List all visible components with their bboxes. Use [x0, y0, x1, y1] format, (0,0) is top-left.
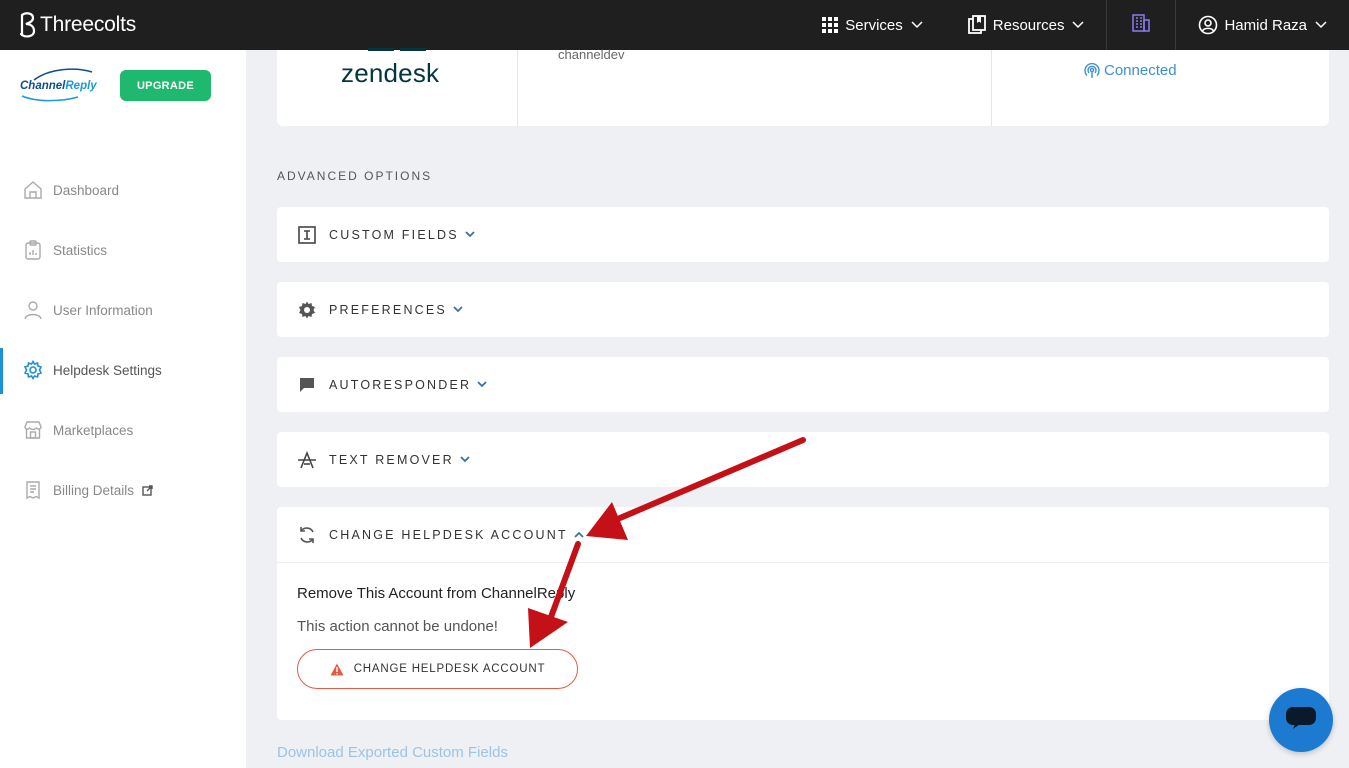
accordion-change-helpdesk-account: CHANGE HELPDESK ACCOUNT Remove This Acco…: [277, 507, 1329, 720]
refresh-icon: [297, 525, 317, 545]
sidebar-item-marketplaces[interactable]: Marketplaces: [0, 400, 246, 460]
zendesk-logo-icon: [368, 48, 426, 51]
accordion-custom-fields[interactable]: CUSTOM FIELDS: [277, 207, 1329, 262]
irreversible-warning: This action cannot be undone!: [297, 618, 498, 635]
threecolts-logo-icon: [19, 12, 36, 38]
chevron-down-icon: [1072, 21, 1084, 29]
sidebar-item-label: Helpdesk Settings: [53, 362, 162, 378]
logo-text-channel: Channel: [20, 80, 66, 92]
resources-menu[interactable]: Resources: [945, 0, 1107, 50]
zendesk-wordmark: zendesk: [341, 58, 440, 88]
connection-status-label: Connected: [1104, 62, 1177, 79]
change-helpdesk-account-button[interactable]: CHANGE HELPDESK ACCOUNT: [297, 649, 578, 689]
text-cursor-icon: [297, 225, 317, 245]
chevron-down-icon: [465, 231, 475, 238]
accordion-title: PREFERENCES: [329, 302, 447, 317]
account-name-cell: channeldev: [518, 47, 992, 126]
sidebar-nav: Dashboard Statistics User Information He…: [0, 160, 246, 520]
accordion-title: CHANGE HELPDESK ACCOUNT: [329, 527, 568, 542]
user-menu[interactable]: Hamid Raza: [1176, 0, 1349, 50]
sidebar-item-label: Marketplaces: [53, 422, 134, 438]
services-menu[interactable]: Services: [799, 0, 945, 50]
top-bar: Threecolts Services Resources Hamid Raza: [0, 0, 1349, 50]
chat-widget-button[interactable]: [1269, 688, 1333, 752]
book-icon: [967, 15, 987, 35]
organization-button[interactable]: [1107, 0, 1175, 50]
connection-status-cell: Connected: [992, 50, 1329, 126]
advanced-options-heading: ADVANCED OPTIONS: [277, 169, 433, 183]
services-label: Services: [845, 16, 903, 34]
accordion-preferences[interactable]: PREFERENCES: [277, 282, 1329, 337]
chevron-down-icon: [911, 21, 923, 29]
sidebar-item-user-information[interactable]: User Information: [0, 280, 246, 340]
warning-icon: [330, 663, 344, 676]
sidebar: ChannelReply UPGRADE Dashboard Statistic…: [0, 50, 246, 768]
download-custom-fields-link[interactable]: Download Exported Custom Fields: [277, 744, 508, 761]
sidebar-item-label: User Information: [53, 302, 153, 318]
broadcast-icon: [1084, 62, 1100, 79]
helpdesk-account-card: zendesk channeldev Connected: [277, 47, 1329, 126]
button-label: CHANGE HELPDESK ACCOUNT: [353, 663, 546, 675]
chevron-down-icon: [460, 456, 470, 463]
connection-status[interactable]: Connected: [1084, 62, 1177, 79]
external-link-icon: [142, 484, 153, 496]
store-icon: [22, 420, 44, 440]
chevron-down-icon: [477, 381, 487, 388]
receipt-icon: [22, 480, 44, 500]
accordion-header[interactable]: CHANGE HELPDESK ACCOUNT: [277, 507, 1329, 563]
chat-icon: [1285, 706, 1317, 735]
brand-name: Threecolts: [40, 13, 137, 36]
sidebar-item-label: Billing Details: [53, 482, 135, 498]
accordion-title: AUTORESPONDER: [329, 377, 472, 392]
sidebar-item-helpdesk-settings[interactable]: Helpdesk Settings: [0, 340, 246, 400]
logo-underline-icon: [21, 95, 79, 102]
building-icon: [1131, 13, 1151, 37]
gear-icon: [22, 360, 44, 380]
account-name: channeldev: [558, 47, 625, 62]
clipboard-chart-icon: [22, 240, 44, 260]
chat-icon: [297, 375, 317, 395]
chevron-down-icon: [1315, 21, 1327, 29]
sidebar-item-dashboard[interactable]: Dashboard: [0, 160, 246, 220]
chevron-down-icon: [453, 306, 463, 313]
grid-icon: [821, 16, 839, 34]
accordion-title: TEXT REMOVER: [329, 452, 454, 467]
sidebar-item-label: Dashboard: [53, 182, 120, 198]
accordion-text-remover[interactable]: TEXT REMOVER: [277, 432, 1329, 487]
channelreply-logo[interactable]: ChannelReply: [20, 68, 100, 104]
accordion-body: Remove This Account from ChannelReply Th…: [277, 563, 1329, 711]
logo-text-reply: Reply: [65, 80, 97, 92]
sidebar-item-label: Statistics: [53, 242, 108, 258]
gear-icon: [297, 300, 317, 320]
resources-label: Resources: [992, 16, 1065, 34]
remove-account-title: Remove This Account from ChannelReply: [297, 585, 576, 602]
sidebar-item-billing-details[interactable]: Billing Details: [0, 460, 246, 520]
threecolts-brand[interactable]: Threecolts: [18, 11, 136, 39]
user-circle-icon: [1198, 15, 1218, 35]
sidebar-item-statistics[interactable]: Statistics: [0, 220, 246, 280]
accordion-title: CUSTOM FIELDS: [329, 227, 459, 242]
upgrade-button[interactable]: UPGRADE: [120, 70, 211, 101]
helpdesk-logo-cell: zendesk: [277, 48, 518, 126]
user-name: Hamid Raza: [1224, 16, 1307, 34]
strikethrough-a-icon: [297, 450, 317, 470]
user-icon: [22, 300, 44, 320]
chevron-up-icon: [574, 531, 584, 538]
accordion-autoresponder[interactable]: AUTORESPONDER: [277, 357, 1329, 412]
home-icon: [22, 180, 44, 200]
